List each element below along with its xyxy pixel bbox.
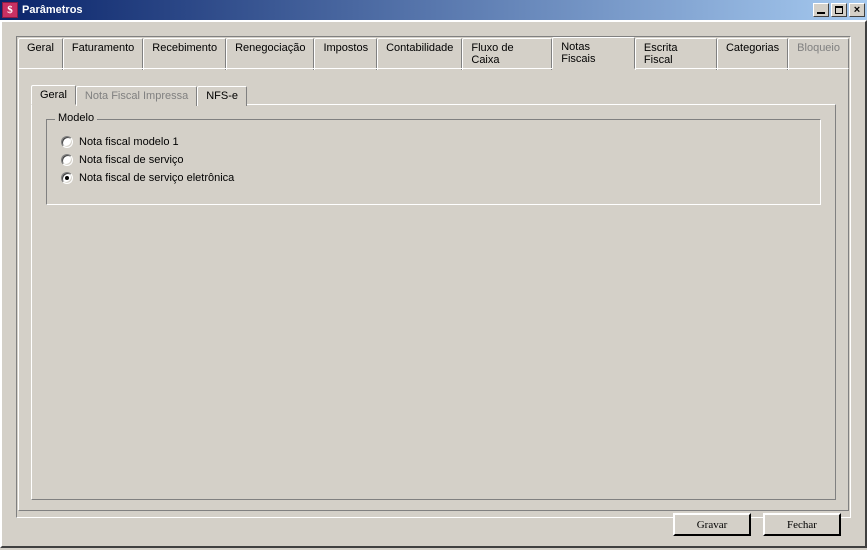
radio-nota-fiscal-modelo-1[interactable]: Nota fiscal modelo 1 — [61, 136, 806, 148]
notas-fiscais-panel: Geral Nota Fiscal Impressa NFS-e Modelo … — [18, 68, 849, 511]
modelo-legend: Modelo — [55, 112, 97, 124]
window-controls: × — [811, 3, 865, 17]
fechar-button[interactable]: Fechar — [763, 513, 841, 536]
minimize-button[interactable] — [813, 3, 829, 17]
subtab-geral-panel: Modelo Nota fiscal modelo 1 Nota fiscal … — [31, 104, 836, 500]
main-panel: Geral Faturamento Recebimento Renegociaç… — [16, 36, 851, 518]
tab-contabilidade[interactable]: Contabilidade — [377, 38, 462, 70]
gravar-button[interactable]: Gravar — [673, 513, 751, 536]
tab-escrita-fiscal[interactable]: Escrita Fiscal — [635, 38, 717, 70]
titlebar: $ Parâmetros × — [0, 0, 867, 20]
app-icon: $ — [2, 2, 18, 18]
radio-nota-fiscal-de-servico-eletronica[interactable]: Nota fiscal de serviço eletrônica — [61, 172, 806, 184]
radio-label: Nota fiscal de serviço — [79, 154, 184, 166]
modelo-fieldset: Modelo Nota fiscal modelo 1 Nota fiscal … — [46, 119, 821, 205]
tab-renegociacao[interactable]: Renegociação — [226, 38, 314, 70]
tab-faturamento[interactable]: Faturamento — [63, 38, 143, 70]
tab-recebimento[interactable]: Recebimento — [143, 38, 226, 70]
subtab-nfse[interactable]: NFS-e — [197, 86, 247, 106]
subtab-nota-fiscal-impressa: Nota Fiscal Impressa — [76, 86, 197, 106]
radio-label: Nota fiscal de serviço eletrônica — [79, 172, 234, 184]
window-title: Parâmetros — [22, 4, 811, 16]
radio-icon — [61, 136, 73, 148]
footer-buttons: Gravar Fechar — [673, 513, 841, 536]
tab-categorias[interactable]: Categorias — [717, 38, 788, 70]
tab-bloqueio: Bloqueio — [788, 38, 849, 70]
radio-nota-fiscal-de-servico[interactable]: Nota fiscal de serviço — [61, 154, 806, 166]
close-button[interactable]: × — [849, 3, 865, 17]
window-body: Geral Faturamento Recebimento Renegociaç… — [0, 20, 867, 548]
radio-label: Nota fiscal modelo 1 — [79, 136, 179, 148]
radio-icon — [61, 172, 73, 184]
tab-notas-fiscais[interactable]: Notas Fiscais — [552, 37, 635, 69]
tab-geral[interactable]: Geral — [18, 38, 63, 70]
main-tabstrip: Geral Faturamento Recebimento Renegociaç… — [18, 37, 849, 69]
subtab-geral[interactable]: Geral — [31, 85, 76, 105]
sub-tabstrip: Geral Nota Fiscal Impressa NFS-e — [31, 85, 836, 105]
tab-fluxo-de-caixa[interactable]: Fluxo de Caixa — [462, 38, 552, 70]
maximize-button[interactable] — [831, 3, 847, 17]
tab-impostos[interactable]: Impostos — [314, 38, 377, 70]
radio-icon — [61, 154, 73, 166]
